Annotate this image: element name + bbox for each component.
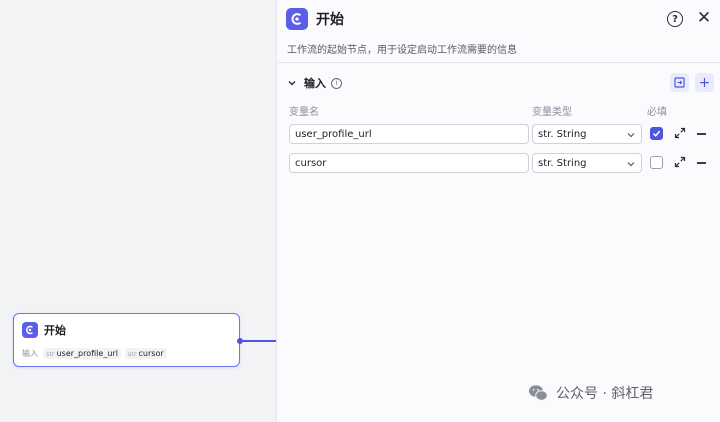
start-node[interactable]: 开始 输入 str user_profile_url str cursor: [13, 313, 240, 367]
chevron-down-icon: [627, 162, 635, 167]
wechat-icon: [529, 385, 548, 401]
watermark: 公众号 · 斜杠君: [528, 383, 653, 403]
required-checkbox[interactable]: [650, 156, 663, 169]
remove-row-icon[interactable]: [697, 133, 706, 135]
start-node-title: 开始: [44, 324, 66, 337]
column-header-name: 变量名: [289, 107, 319, 118]
required-checkbox[interactable]: [650, 127, 663, 140]
node-edge: [243, 340, 276, 342]
check-icon: [652, 130, 661, 137]
input-section-header[interactable]: 输入 i: [287, 75, 342, 91]
input-row: str. String: [277, 153, 720, 175]
start-node-logo-icon: [22, 322, 38, 338]
collapse-panel-button[interactable]: [670, 73, 689, 92]
input-chip: str user_profile_url: [43, 348, 121, 359]
chevron-down-icon[interactable]: [287, 78, 297, 88]
panel-description: 工作流的起始节点，用于设定启动工作流需要的信息: [287, 45, 517, 56]
node-settings-panel: 开始 ? ✕ 工作流的起始节点，用于设定启动工作流需要的信息 输入 i + 变量…: [276, 0, 720, 422]
info-icon[interactable]: i: [331, 77, 342, 89]
panel-title: 开始: [316, 12, 344, 28]
panel-logo-icon: [286, 8, 308, 30]
expand-icon[interactable]: [674, 127, 686, 139]
help-icon[interactable]: ?: [667, 11, 683, 27]
variable-type-value: str. String: [538, 157, 587, 169]
variable-name-input[interactable]: [289, 153, 529, 173]
watermark-text: 公众号 · 斜杠君: [556, 386, 654, 402]
close-icon[interactable]: ✕: [695, 8, 713, 28]
start-node-inputs-label: 输入: [22, 349, 38, 358]
chip-name: user_profile_url: [56, 349, 118, 358]
input-row: str. String: [277, 124, 720, 146]
chip-name: cursor: [138, 349, 164, 358]
variable-type-value: str. String: [538, 128, 587, 140]
column-header-type: 变量类型: [532, 107, 572, 118]
variable-name-input[interactable]: [289, 124, 529, 144]
input-chip: str cursor: [124, 348, 167, 359]
variable-type-select[interactable]: str. String: [532, 153, 642, 173]
chevron-down-icon: [627, 133, 635, 138]
chip-type: str: [127, 349, 137, 358]
start-node-header: 开始: [22, 322, 66, 338]
chip-type: str: [46, 349, 55, 358]
remove-row-icon[interactable]: [697, 162, 706, 164]
workflow-canvas[interactable]: 开始 输入 str user_profile_url str cursor: [0, 0, 276, 422]
panel-header: 开始: [286, 8, 344, 30]
input-section-title: 输入: [304, 77, 326, 90]
add-input-button[interactable]: +: [695, 73, 714, 92]
start-node-inputs: 输入 str user_profile_url str cursor: [22, 348, 171, 359]
expand-icon[interactable]: [674, 156, 686, 168]
collapse-icon: [674, 77, 685, 88]
column-header-required: 必填: [647, 107, 667, 118]
divider: [277, 62, 720, 63]
variable-type-select[interactable]: str. String: [532, 124, 642, 144]
